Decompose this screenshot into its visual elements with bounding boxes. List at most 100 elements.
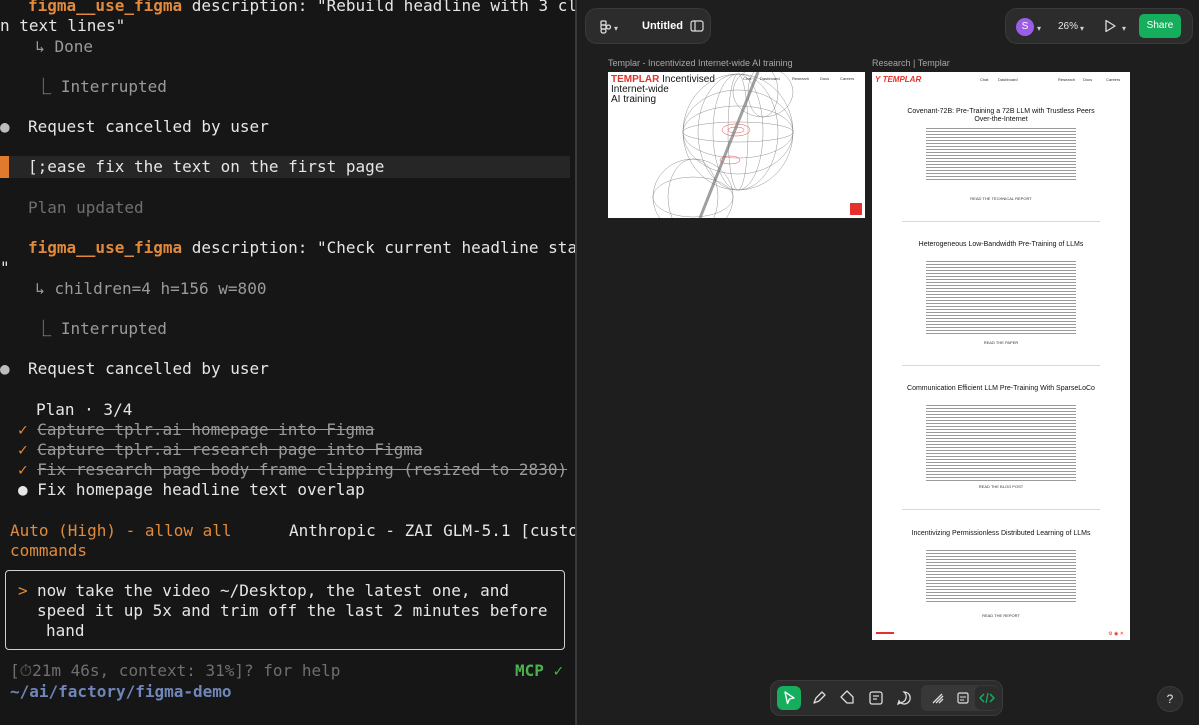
tool-call-line: figma__use_figma description: "Rebuild h… (28, 0, 575, 16)
figma-pane: ▾ Untitled S ▾ 26% ▾ ▾ Share Templar - I… (577, 0, 1199, 725)
brand-logo: Υ TEMPLAR (875, 75, 922, 84)
nav-item: Dashboard (760, 76, 780, 81)
section-body (926, 550, 1076, 604)
prompt-text: hand (46, 621, 85, 640)
footer-mark (876, 632, 894, 634)
cancelled-message: Request cancelled by user (28, 117, 269, 136)
prompt-chevron-icon: > (18, 581, 28, 600)
user-message: [;ease fix the text on the first page (28, 157, 385, 176)
section-title: Communication Efficient LLM Pre-Training… (907, 385, 1095, 392)
mode-indicator-cont: commands (10, 541, 88, 560)
plan-item: ● Fix homepage headline text overlap (18, 480, 365, 500)
terminal-pane: figma__use_figma description: "Rebuild h… (0, 0, 575, 725)
tool-name: figma__use_figma (28, 0, 183, 15)
nav-item: Research (1058, 77, 1076, 82)
prompt-text: speed it up 5x and trim off the last 2 m… (37, 601, 548, 620)
tool-name: figma__use_figma (28, 238, 183, 257)
file-title[interactable]: Untitled (642, 20, 683, 32)
plan-item-text: Capture tplr.ai research page into Figma (37, 440, 423, 459)
homepage-frame[interactable]: TEMPLAR Incentivised Internet-wide AI tr… (608, 72, 865, 218)
tool-description: description: "Check current headline sta… (182, 238, 575, 257)
prompt-text: now take the video ~/Desktop, the latest… (37, 581, 510, 600)
nav-item: Dashboard (998, 77, 1018, 82)
section-cta: READ THE TECHNICAL REPORT (970, 196, 1032, 201)
bullet-icon: ● (0, 359, 10, 378)
section-body (926, 128, 1076, 182)
nav-item: Chat (743, 76, 752, 81)
mode-indicator[interactable]: Auto (High) - allow all (10, 521, 232, 541)
section-divider (902, 365, 1100, 366)
move-tool-icon[interactable] (777, 686, 801, 710)
interrupted-line: ⎿ Interrupted (16, 77, 167, 96)
check-icon: ✓ (18, 420, 28, 439)
chevron-down-icon[interactable]: ▾ (1080, 21, 1084, 37)
figma-menu-icon[interactable] (598, 19, 614, 39)
research-frame[interactable]: Υ TEMPLAR Chat Dashboard Research Docs C… (872, 72, 1130, 640)
section-divider (902, 509, 1100, 510)
play-icon[interactable] (1102, 18, 1118, 38)
plan-item: ✓ Fix research page body frame clipping … (18, 460, 567, 480)
inspect-icon[interactable] (951, 686, 975, 710)
frame-label[interactable]: Research | Templar (872, 58, 950, 68)
section-cta: READ THE BLOG POST (978, 484, 1024, 489)
hero-headline: TEMPLAR Incentivised Internet-wide AI tr… (611, 75, 715, 105)
share-button[interactable]: Share (1139, 14, 1181, 38)
section-title: Incentivizing Permissionless Distributed… (911, 530, 1091, 537)
plan-item: ✓ Capture tplr.ai homepage into Figma (18, 420, 374, 440)
section-body (926, 261, 1076, 336)
chevron-down-icon[interactable]: ▾ (614, 21, 618, 37)
plan-item-text: Fix research page body frame clipping (r… (37, 460, 568, 479)
user-message-marker (0, 156, 9, 178)
plan-header: Plan · 3/4 (36, 400, 133, 419)
check-icon: ✓ (18, 460, 28, 479)
model-name[interactable]: Anthropic - ZAI GLM-5.1 [custo… (289, 521, 575, 541)
chevron-down-icon[interactable]: ▾ (1037, 21, 1041, 37)
mcp-status: MCP ✓ (515, 661, 564, 680)
tool-description-cont: " (0, 258, 10, 277)
nav-item: Careers (840, 76, 855, 81)
tool-description: description: "Rebuild headline with 3 cl… (182, 0, 575, 15)
tool-description-cont: n text lines" (0, 16, 126, 35)
status-line: [⏱21m 46s, context: 31%]? for help (10, 661, 341, 680)
avatar[interactable]: S (1016, 18, 1034, 36)
footer-social-icons: ⚙ ◉ ✕ (1108, 631, 1124, 637)
nav-item: Docs (820, 76, 830, 81)
help-button[interactable]: ? (1157, 686, 1183, 712)
file-toolbar: ▾ Untitled (585, 8, 711, 44)
zoom-level[interactable]: 26% (1058, 21, 1078, 32)
chevron-down-icon[interactable]: ▾ (1122, 21, 1126, 37)
circle-icon: ● (18, 480, 28, 499)
plan-item-text: Fix homepage headline text overlap (37, 480, 365, 499)
nav-item: Research (792, 76, 810, 81)
pen-tool-icon[interactable] (807, 686, 831, 710)
dev-mode-icon[interactable] (975, 686, 999, 710)
interrupted-line: ⎿ Interrupted (16, 319, 167, 338)
check-icon: ✓ (18, 440, 28, 459)
share-toolbar: S ▾ 26% ▾ ▾ Share (1005, 8, 1193, 44)
nav-item: Chat (980, 77, 989, 82)
section-body (926, 405, 1076, 483)
section-cta: READ THE PAPER (983, 340, 1019, 345)
bullet-icon: ● (0, 117, 10, 136)
tools-toolbar (770, 680, 1003, 716)
nav-item: Careers (1106, 77, 1121, 82)
section-divider (902, 221, 1100, 222)
section-title: Covenant-72B: Pre-Training a 72B LLM wit… (907, 108, 1095, 123)
hero-line: Incentivised (662, 74, 715, 85)
comment-icon[interactable] (892, 686, 916, 710)
section-cta: READ THE REPORT (982, 613, 1020, 618)
cancelled-message: Request cancelled by user (28, 359, 269, 378)
tag-tool-icon[interactable] (835, 686, 859, 710)
text-frame-icon[interactable] (864, 686, 888, 710)
tool-result: ↳ Done (16, 37, 94, 56)
plan-item-text: Capture tplr.ai homepage into Figma (37, 420, 375, 439)
hero-line: AI training (611, 94, 657, 105)
sidebar-toggle-icon[interactable] (690, 19, 704, 37)
actions-icon[interactable] (926, 686, 950, 710)
tool-call-line: figma__use_figma description: "Check cur… (28, 238, 575, 258)
cwd: ~/ai/factory/figma-demo (10, 682, 232, 701)
plan-updated: Plan updated (28, 198, 144, 217)
frame-label[interactable]: Templar - Incentivized Internet-wide AI … (608, 58, 793, 68)
nav-item: Docs (1083, 77, 1093, 82)
section-title: Heterogeneous Low-Bandwidth Pre-Training… (918, 241, 1084, 248)
